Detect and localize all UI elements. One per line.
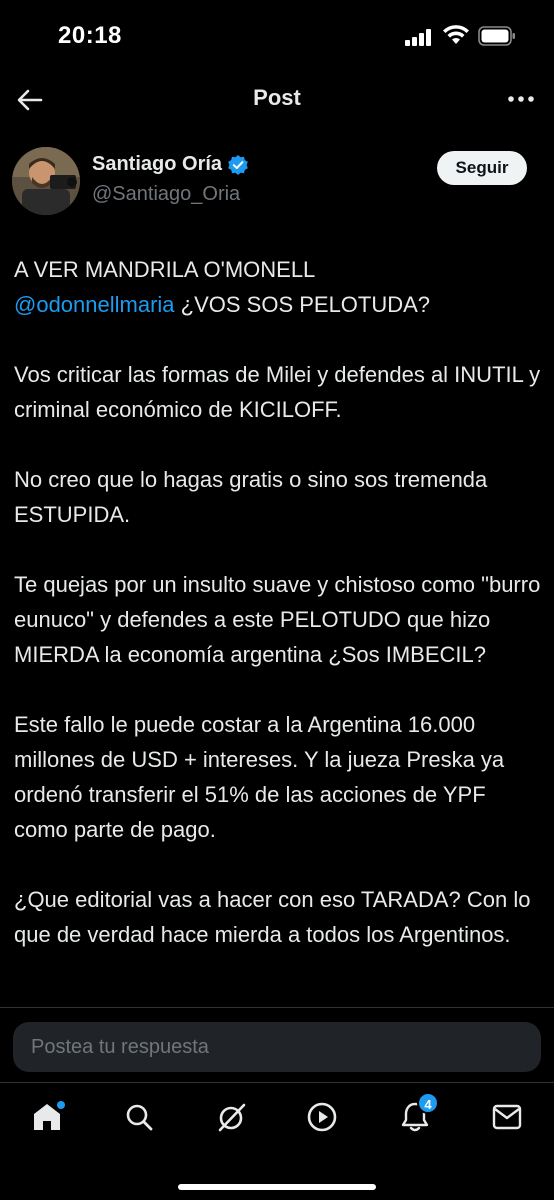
nav-home[interactable] (27, 1097, 67, 1137)
notifications-badge: 4 (417, 1092, 439, 1114)
status-bar: 20:18 (0, 0, 554, 74)
post-paragraph-2: Vos criticar las formas de Milei y defen… (14, 362, 541, 422)
nav-grok[interactable] (211, 1097, 251, 1137)
grok-icon (218, 1103, 246, 1132)
nav-video[interactable] (302, 1097, 342, 1137)
post-paragraph-3: No creo que lo hagas gratis o sino sos t… (14, 467, 488, 527)
reply-input[interactable] (13, 1022, 541, 1072)
follow-button[interactable]: Seguir (437, 151, 527, 185)
nav-notifications[interactable]: 4 (395, 1092, 439, 1137)
author-handle: @Santiago_Oria (92, 183, 241, 205)
post-paragraph-5: Este fallo le puede costar a la Argentin… (14, 712, 505, 842)
search-icon (126, 1104, 153, 1131)
home-indicator (178, 1184, 376, 1190)
nav-messages[interactable] (487, 1097, 527, 1137)
video-icon (307, 1102, 337, 1132)
status-time: 20:18 (58, 22, 122, 49)
post-paragraph-4: Te quejas por un insulto suave y chistos… (14, 572, 541, 667)
post-header: Post (0, 74, 554, 130)
wifi-icon (443, 25, 469, 44)
reply-bar (0, 1007, 554, 1082)
verified-badge-icon (228, 154, 248, 175)
post-line-1: A VER MANDRILA O'MONELL (14, 257, 316, 282)
post-text: A VER MANDRILA O'MONELL @odonnellmaria ¿… (14, 252, 544, 1007)
author-name[interactable]: Santiago Oría (92, 153, 222, 176)
battery-icon (478, 26, 515, 46)
author-row: Santiago Oría @Santiago_Oria Seguir (0, 145, 554, 220)
author-name-row: Santiago Oría (92, 153, 249, 176)
post-paragraph-1: A VER MANDRILA O'MONELL @odonnellmaria ¿… (14, 252, 544, 322)
home-unread-dot (57, 1101, 65, 1109)
messages-icon (492, 1104, 522, 1130)
nav-search[interactable] (119, 1097, 159, 1137)
more-options-icon[interactable] (506, 86, 536, 112)
cellular-signal-icon (405, 28, 435, 46)
post-paragraph-6: ¿Que editorial vas a hacer con eso TARAD… (14, 887, 531, 947)
mention-link[interactable]: @odonnellmaria (14, 292, 175, 317)
avatar[interactable] (12, 147, 80, 215)
page-title: Post (253, 85, 301, 110)
post-line-1-rest: ¿VOS SOS PELOTUDA? (174, 292, 431, 317)
bottom-nav: 4 (0, 1082, 554, 1200)
